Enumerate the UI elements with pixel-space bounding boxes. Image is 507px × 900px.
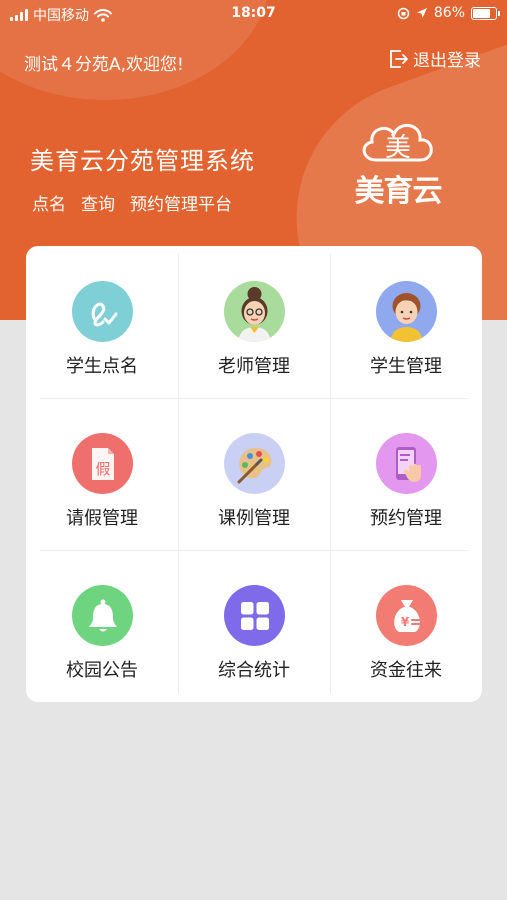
logout-label: 退出登录 [413,51,481,71]
grid-divider [40,398,468,399]
menu-item-label: 资金往来 [370,660,442,681]
brand-name: 美育云 [354,174,443,209]
menu-item-label: 综合统计 [218,660,290,681]
leave-document-icon: 假 [72,433,133,494]
svg-text:假: 假 [95,460,110,478]
battery-icon [471,6,500,20]
student-avatar-icon [376,281,437,342]
grid-divider [330,254,331,694]
bell-icon [72,585,133,646]
battery-percent: 86% [433,5,465,21]
tag-label: 查询 [81,195,115,215]
menu-item-label: 老师管理 [218,356,290,377]
welcome-text: 测试４分苑A,欢迎您! [24,55,184,75]
grid-divider [178,254,179,694]
grid-divider [40,550,468,551]
menu-card: 学生点名 老师管理 学生管理 假 请假管理 课例管理 预约管理 校园公告 综合统… [26,246,482,702]
menu-item-label: 校园公告 [66,660,138,681]
menu-grid: 学生点名 老师管理 学生管理 假 请假管理 课例管理 预约管理 校园公告 综合统… [26,246,482,702]
menu-item-label: 学生点名 [66,356,138,377]
palette-icon [224,433,285,494]
tag-label: 点名 [32,195,66,215]
menu-item-label: 预约管理 [370,508,442,529]
tag-label: 预约管理平台 [130,195,232,215]
menu-item-student-rollcall[interactable]: 学生点名 [26,246,178,398]
menu-item-student-management[interactable]: 学生管理 [330,246,482,398]
app-title: 美育云分苑管理系统 [30,147,255,175]
subtitle-tags: 点名 查询 预约管理平台 [32,190,232,215]
menu-item-label: 课例管理 [218,508,290,529]
menu-item-label: 请假管理 [66,508,138,529]
menu-item-lesson-management[interactable]: 课例管理 [178,398,330,550]
orientation-lock-icon [397,7,410,19]
brand-logo: 美 美育云 [346,116,450,209]
cloud-logo-icon: 美 [362,124,433,163]
location-icon [416,8,427,18]
menu-item-statistics[interactable]: 综合统计 [178,550,330,702]
teacher-avatar-icon [224,281,285,342]
logout-icon [390,49,408,68]
money-bag-icon: ¥ [376,585,437,646]
signature-icon [72,281,133,342]
menu-item-teacher-management[interactable]: 老师管理 [178,246,330,398]
status-bar: 中国移动 18:07 86% [0,0,507,28]
menu-item-appointment-management[interactable]: 预约管理 [330,398,482,550]
svg-text:¥: ¥ [400,615,409,629]
menu-item-leave-management[interactable]: 假 请假管理 [26,398,178,550]
menu-item-finance[interactable]: ¥ 资金往来 [330,550,482,702]
brand-mark-glyph: 美 [385,133,411,163]
phone-tap-icon [376,433,437,494]
menu-item-label: 学生管理 [370,356,442,377]
menu-item-campus-notice[interactable]: 校园公告 [26,550,178,702]
grid-stats-icon [224,585,285,646]
logout-button[interactable]: 退出登录 [388,46,481,71]
